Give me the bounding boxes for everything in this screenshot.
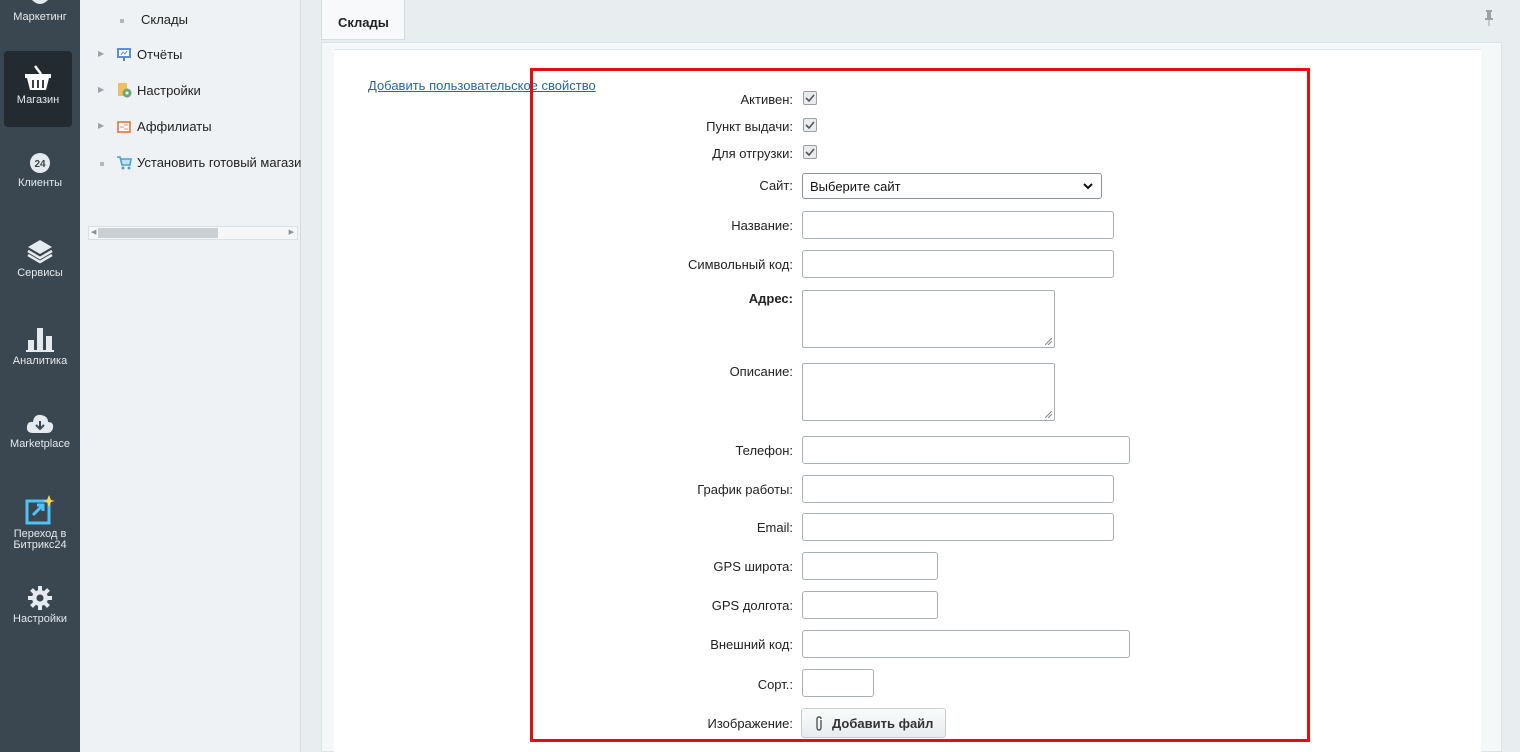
rail-item-settings[interactable]: Настройки [0,586,80,636]
submenu-label: Отчёты [137,47,183,62]
scroll-left-icon[interactable]: ◀ [91,228,96,236]
rail-item-bitrix24[interactable]: Переход в Битрикс24 [0,495,80,565]
submenu-label: Установить готовый магазин [137,155,301,170]
gear-icon [28,586,52,610]
submenu-item-settings[interactable]: ▶ Настройки [80,82,301,102]
report-icon [117,48,131,61]
submenu-label: Склады [141,12,188,27]
rail-label: Настройки [13,613,67,625]
rail-item-analytics[interactable]: Аналитика [0,326,80,376]
clients-24-icon: 24 [30,153,50,173]
tab-warehouses[interactable]: Склады [321,0,405,40]
basket-icon [25,65,51,90]
bullet-icon [120,19,124,23]
settings-doc-icon [118,83,132,98]
expand-arrow-icon[interactable]: ▶ [98,49,104,58]
layers-icon [27,240,53,264]
left-nav-rail: Маркетинг Магазин 24 Клиенты Сервисы Ана… [0,0,80,752]
page-scrollbar[interactable] [1502,0,1520,752]
rail-item-marketing[interactable]: Маркетинг [0,0,80,40]
svg-text:24: 24 [34,159,46,170]
scroll-right-icon[interactable]: ▶ [289,228,294,236]
affiliates-icon [117,121,131,133]
cart-icon [117,156,132,170]
rail-label: Marketplace [10,438,70,450]
marketing-icon [32,0,48,4]
rail-label: Аналитика [12,355,68,367]
rail-label: Клиенты [17,177,63,189]
expand-arrow-icon[interactable]: ▶ [98,85,104,94]
rail-item-services[interactable]: Сервисы [0,238,80,288]
rail-item-clients[interactable]: 24 Клиенты [0,152,80,202]
scrollbar-thumb[interactable] [98,228,218,238]
rail-label: Маркетинг [13,11,67,23]
section-submenu: Склады ▶ Отчёты ▶ Настройки ▶ Аффилиаты … [80,0,301,752]
highlight-frame [530,68,1310,742]
submenu-horizontal-scrollbar[interactable]: ◀ ▶ [88,226,298,240]
submenu-label: Настройки [137,83,201,98]
submenu-label: Аффилиаты [137,119,212,134]
rail-label: Сервисы [17,267,63,279]
bullet-icon [100,162,104,166]
submenu-item-install-shop[interactable]: Установить готовый магазин [80,154,301,174]
expand-arrow-icon[interactable]: ▶ [98,121,104,130]
bitrix24-icon [25,495,55,525]
pin-icon[interactable] [1484,10,1494,26]
submenu-item-affiliates[interactable]: ▶ Аффилиаты [80,118,301,138]
rail-item-shop[interactable]: Магазин [4,51,72,127]
submenu-item-reports[interactable]: ▶ Отчёты [80,46,301,66]
rail-item-marketplace[interactable]: Marketplace [0,413,80,463]
rail-label-2: Битрикс24 [13,539,67,551]
submenu-item-warehouses[interactable]: Склады [80,11,301,31]
cloud-download-icon [26,414,54,433]
rail-label: Магазин [16,94,60,106]
bar-chart-icon [26,328,54,352]
